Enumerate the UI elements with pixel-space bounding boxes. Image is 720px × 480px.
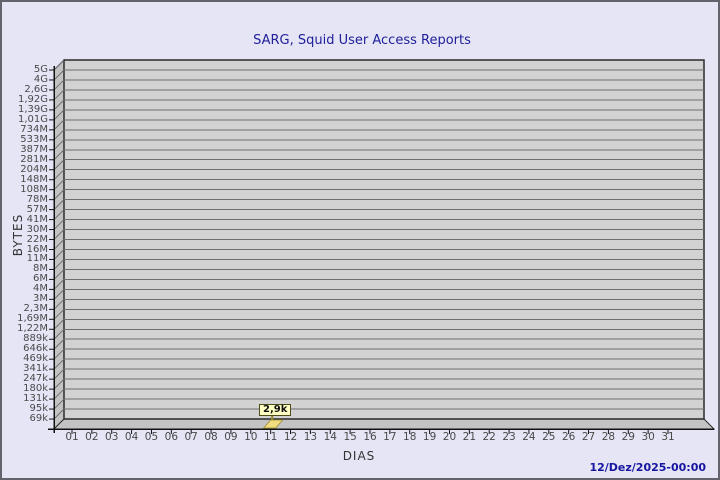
report-timestamp: 12/Dez/2025-00:00 bbox=[589, 461, 706, 474]
y-tick-label: 69k bbox=[29, 413, 48, 425]
x-axis-title: DIAS bbox=[342, 449, 376, 463]
x-tick-label: 31 bbox=[661, 431, 675, 443]
data-point-flag: 2,9k bbox=[259, 404, 292, 416]
y-axis-title: BYTES bbox=[11, 213, 25, 257]
plot-3d-box bbox=[48, 58, 716, 434]
sarg-report-chart: SARG, Squid User Access Reports Período:… bbox=[0, 0, 720, 480]
floor bbox=[52, 418, 716, 430]
